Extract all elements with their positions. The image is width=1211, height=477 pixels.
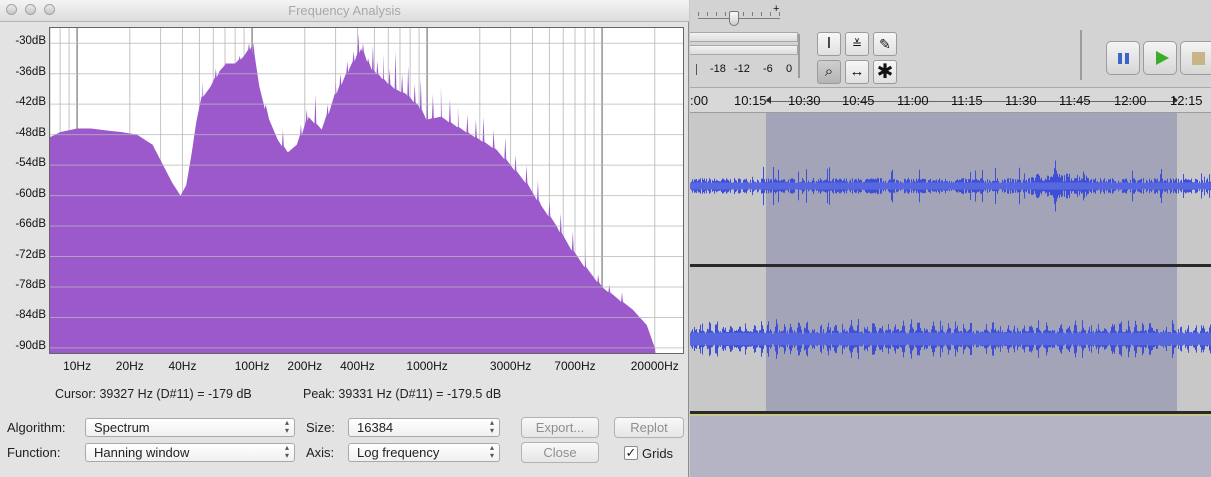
audacity-toolbar-area: + -18 -12 -6 0 I ≚ ✎ ⌕ ↔ ✱ xyxy=(690,0,1211,88)
pause-icon xyxy=(1118,53,1122,64)
meter-bar[interactable] xyxy=(690,45,798,55)
spectrum-area xyxy=(50,33,656,353)
close-button[interactable]: Close xyxy=(521,442,599,463)
play-icon xyxy=(1156,51,1169,65)
draw-tool-icon[interactable]: ✎ xyxy=(873,32,897,56)
stop-button[interactable] xyxy=(1180,41,1211,75)
audio-track-channel-1[interactable] xyxy=(690,113,1211,264)
timeline-label: 11:00 xyxy=(897,93,929,108)
empty-track-area[interactable] xyxy=(690,416,1211,477)
window-title: Frequency Analysis xyxy=(288,3,401,18)
waveform-rms xyxy=(690,182,1211,190)
select-arrows-icon: ▴ ▾ xyxy=(489,418,494,435)
x-tick-label: 20000Hz xyxy=(630,359,679,373)
x-tick-label: 1000Hz xyxy=(406,359,448,373)
grids-checkbox[interactable]: ✓ xyxy=(624,446,638,460)
y-tick-label: -78dB xyxy=(15,278,46,291)
y-tick-label: -72dB xyxy=(15,248,46,261)
y-tick-label: -60dB xyxy=(15,187,46,200)
waveform-channel-1 xyxy=(690,160,1211,212)
spectrum-svg xyxy=(50,28,683,353)
y-tick-label: -48dB xyxy=(15,126,46,139)
x-tick-label: 10Hz xyxy=(63,359,92,373)
zoom-tool-icon[interactable]: ⌕ xyxy=(817,60,841,84)
y-tick-label: -54dB xyxy=(15,157,46,170)
waveform-channel-2 xyxy=(690,319,1211,359)
selection-tool-icon[interactable]: I xyxy=(817,32,841,56)
peak-readout: Peak: 39331 Hz (D#11) = -179.5 dB xyxy=(303,387,502,401)
meter-label: -18 xyxy=(710,63,726,75)
meter-tick xyxy=(696,64,697,75)
algorithm-value: Spectrum xyxy=(94,420,150,435)
algorithm-select[interactable]: Spectrum ▴ ▾ xyxy=(85,418,295,437)
waveform-rms xyxy=(690,332,1211,346)
timeline-label: 12:15 xyxy=(1170,93,1203,108)
x-tick-label: 400Hz xyxy=(340,359,375,373)
time-shift-tool-icon[interactable]: ↔ xyxy=(845,60,869,84)
meter-label: -6 xyxy=(763,63,773,75)
export-button[interactable]: Export... xyxy=(521,417,599,438)
timeline-label: 11:15 xyxy=(951,93,983,108)
slider-track xyxy=(698,18,780,19)
select-arrows-icon: ▴ ▾ xyxy=(284,443,289,460)
timeline-label: 11:30 xyxy=(1005,93,1037,108)
algorithm-label: Algorithm: xyxy=(7,420,66,435)
envelope-tool-icon[interactable]: ≚ xyxy=(845,32,869,56)
replot-button[interactable]: Replot xyxy=(614,417,684,438)
function-value: Hanning window xyxy=(94,445,190,460)
timeline-label: 12:00 xyxy=(1114,93,1147,108)
x-tick-label: 20Hz xyxy=(115,359,144,373)
size-select[interactable]: 16384 ▴ ▾ xyxy=(348,418,500,437)
frequency-analysis-window: Frequency Analysis -30dB -36dB -42dB -48dB -… xyxy=(0,0,689,477)
axis-value: Log frequency xyxy=(357,445,440,460)
spectrum-plot[interactable] xyxy=(49,27,684,354)
y-tick-label: -66dB xyxy=(15,218,46,231)
selection-start-marker-icon[interactable] xyxy=(766,96,771,104)
timeline-label: :00 xyxy=(690,93,709,108)
meter-label: -12 xyxy=(734,63,750,75)
x-tick-label: 7000Hz xyxy=(554,359,596,373)
multi-tool-icon[interactable]: ✱ xyxy=(873,60,897,84)
slider-ticks xyxy=(698,12,780,16)
size-value: 16384 xyxy=(357,420,394,435)
y-tick-label: -90dB xyxy=(15,339,46,352)
y-tick-label: -36dB xyxy=(15,65,46,78)
meter-bar[interactable] xyxy=(690,32,798,42)
axis-select[interactable]: Log frequency ▴ ▾ xyxy=(348,443,500,462)
slider-plus-label: + xyxy=(773,3,780,15)
timeline-label: 10:15 xyxy=(734,93,767,108)
timeline-label: 11:45 xyxy=(1059,93,1091,108)
toolbar-separator xyxy=(1080,30,1082,80)
timeline-label: 10:45 xyxy=(842,93,875,108)
title-bar[interactable]: Frequency Analysis xyxy=(0,0,689,22)
timeline-ruler[interactable]: :00 10:15 10:30 10:45 11:00 11:15 11:30 11:45 12… xyxy=(690,88,1211,113)
select-arrows-icon: ▴ ▾ xyxy=(489,443,494,460)
cursor-readout: Cursor: 39327 Hz (D#11) = -179 dB xyxy=(55,387,252,401)
function-select[interactable]: Hanning window ▴ ▾ xyxy=(85,443,295,462)
x-tick-label: 3000Hz xyxy=(489,359,532,373)
toolbar-separator xyxy=(798,34,800,78)
size-label: Size: xyxy=(306,420,335,435)
select-arrows-icon: ▴ ▾ xyxy=(284,418,289,435)
pause-button[interactable] xyxy=(1106,41,1140,75)
x-tick-label: 100Hz xyxy=(234,359,270,373)
y-tick-label: -42dB xyxy=(15,96,46,109)
stop-icon xyxy=(1192,52,1205,65)
y-tick-label: -30dB xyxy=(15,35,46,48)
grids-label: Grids xyxy=(642,446,674,461)
axis-label: Axis: xyxy=(306,445,335,460)
slider-thumb[interactable] xyxy=(729,11,739,26)
function-label: Function: xyxy=(7,445,61,460)
y-tick-label: -84dB xyxy=(15,309,46,322)
play-button[interactable] xyxy=(1143,41,1177,75)
x-tick-label: 200Hz xyxy=(287,359,323,373)
meter-label: 0 xyxy=(786,63,793,75)
pause-icon xyxy=(1125,53,1129,64)
timeline-label: 10:30 xyxy=(788,93,821,108)
x-tick-label: 40Hz xyxy=(168,359,197,373)
audio-track-channel-2[interactable] xyxy=(690,267,1211,411)
